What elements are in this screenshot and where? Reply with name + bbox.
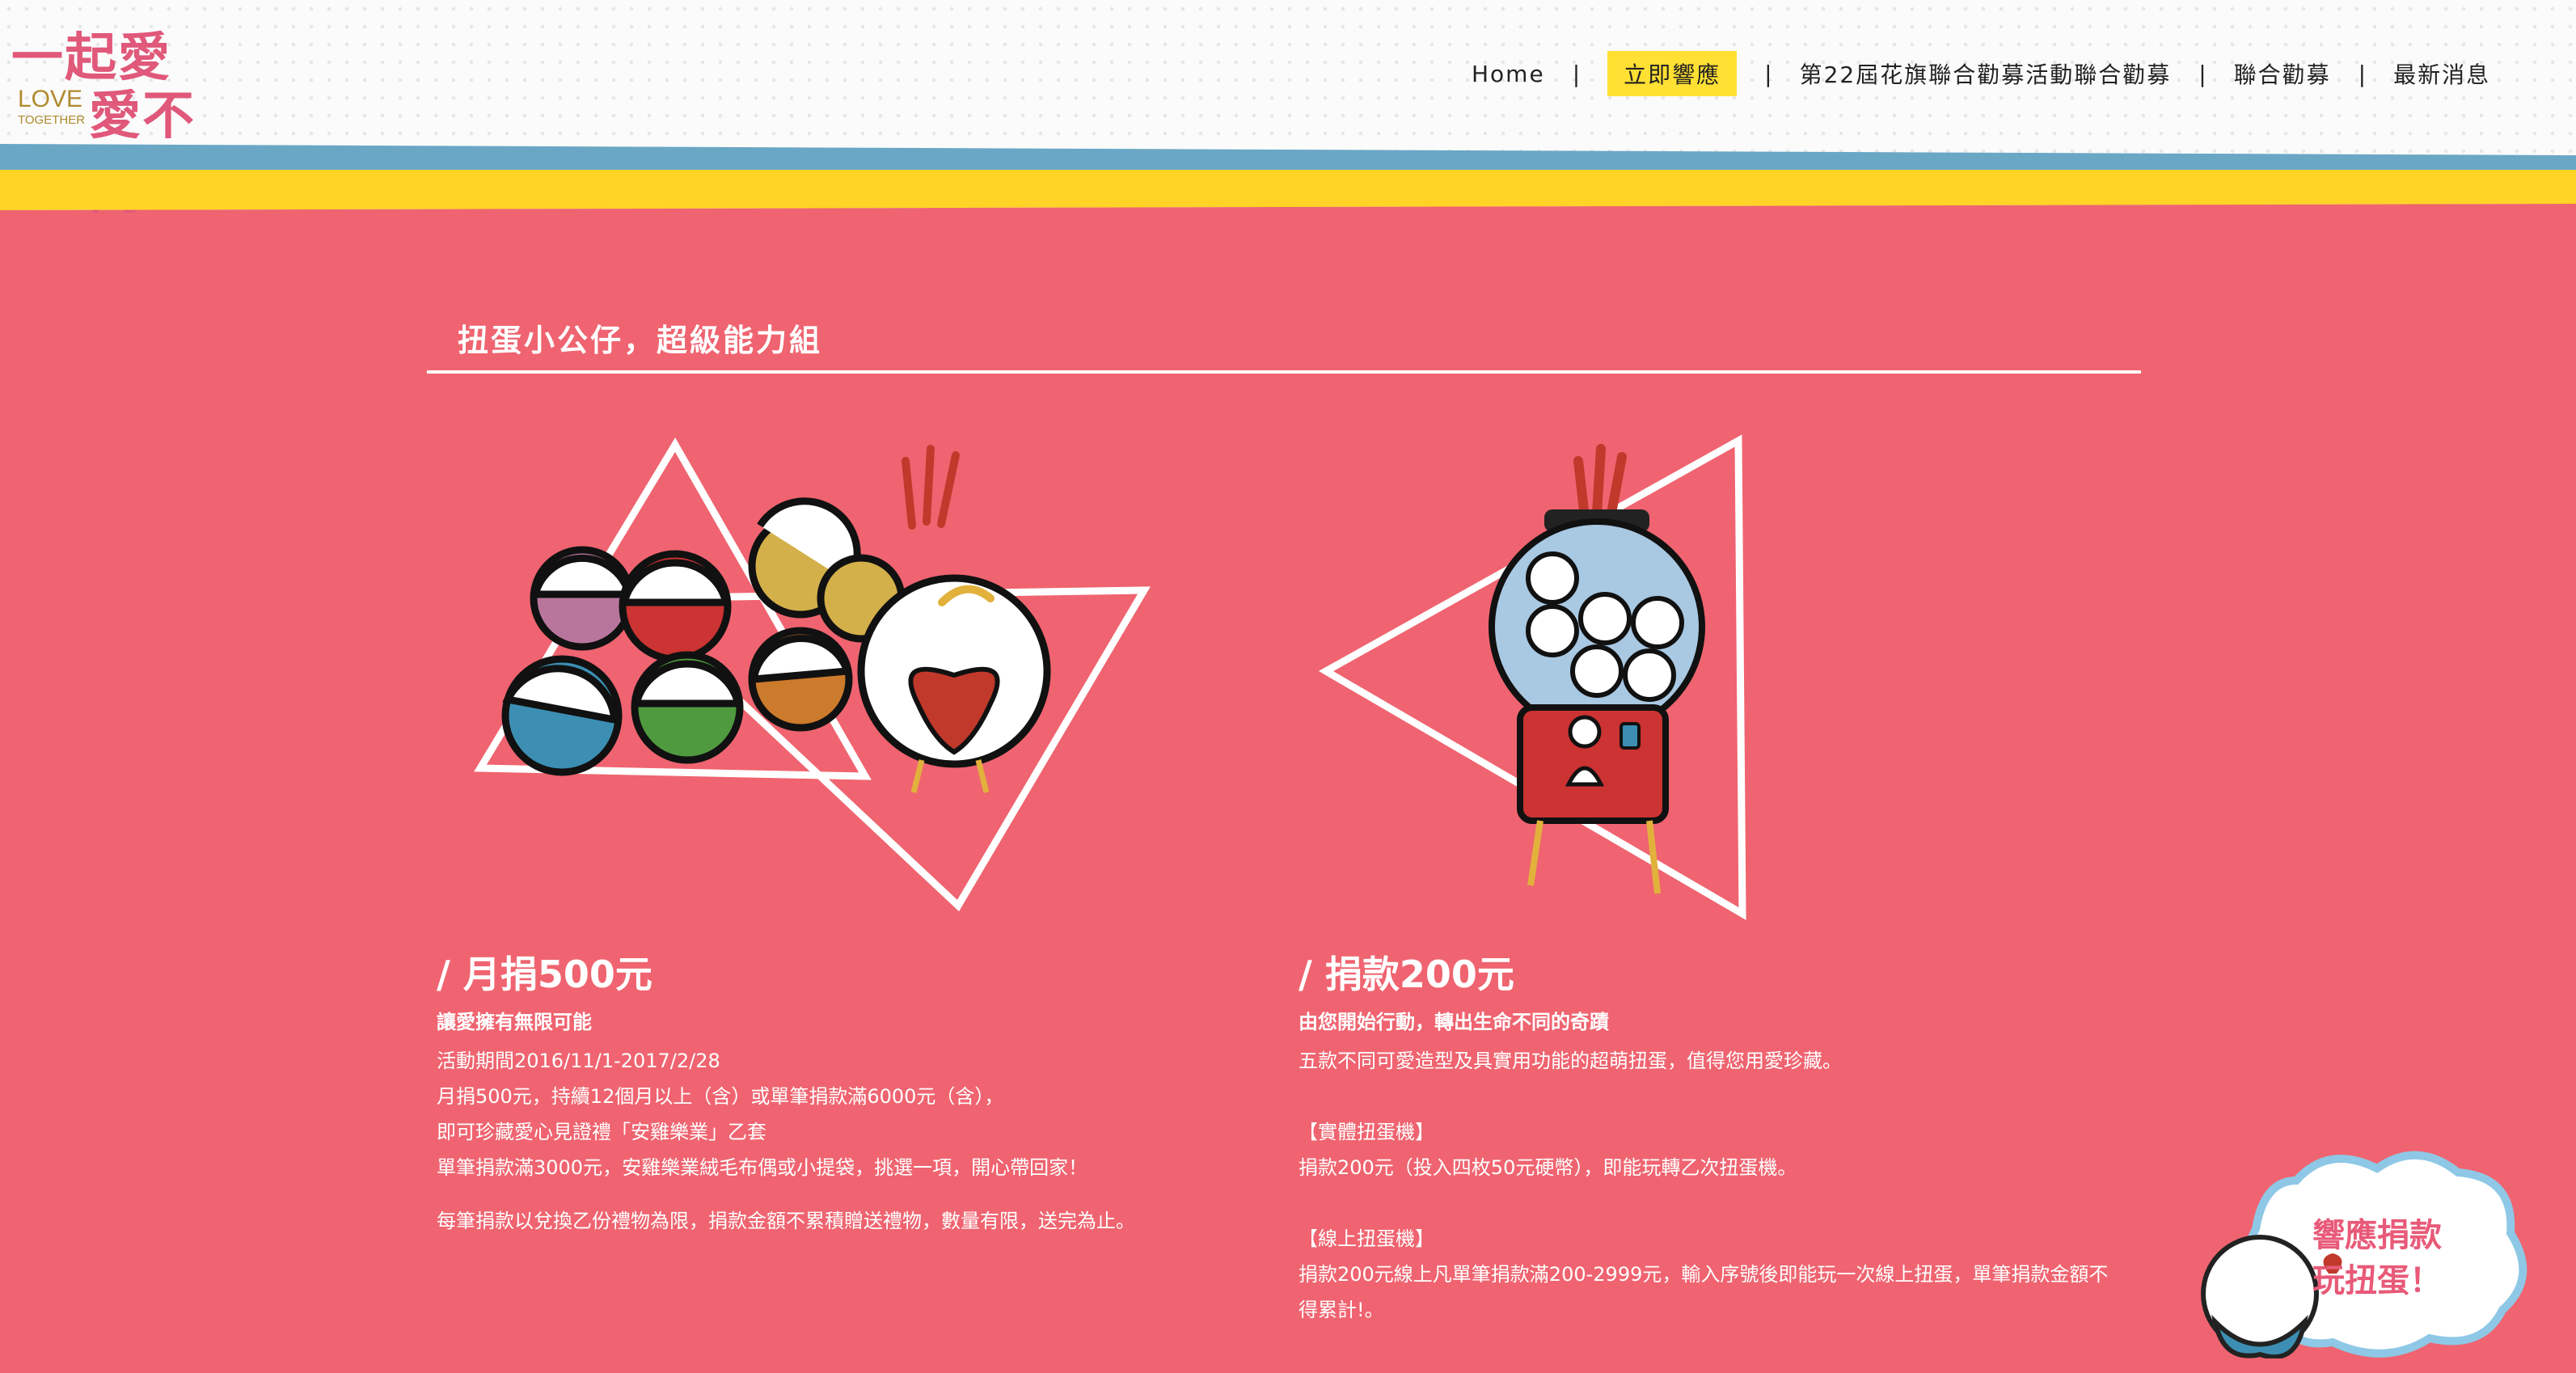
nav-respond-now[interactable]: 立即響應 — [1607, 51, 1738, 96]
monthly-donation-subheading: 讓愛擁有無限可能 — [437, 1011, 592, 1033]
redemption-note: 每筆捐款以兌換乙份禮物為限，捐款金額不累積贈送禮物，數量有限，送完為止。 — [437, 1210, 1135, 1232]
nav-separator: | — [2198, 60, 2206, 87]
badge-line1: 響應捐款 — [2312, 1217, 2442, 1254]
nav-separator: | — [2358, 60, 2367, 87]
online-machine-title: 【線上扭蛋機】 — [1299, 1227, 1434, 1250]
header-stripes — [0, 144, 2576, 210]
donation-200-subheading: 由您開始行動，轉出生命不同的奇蹟 — [1299, 1011, 1609, 1033]
donation-200-heading: / 捐款200元 — [1299, 953, 1514, 996]
capsule-intro: 五款不同可愛造型及具實用功能的超萌扭蛋，值得您用愛珍藏。 — [1299, 1050, 1842, 1072]
nav-latest-news[interactable]: 最新消息 — [2393, 57, 2490, 90]
campaign-period: 活動期間2016/11/1-2017/2/28 — [437, 1050, 720, 1072]
logo-together: TOGETHER — [18, 113, 86, 127]
logo-love: LOVE — [18, 86, 83, 112]
online-machine-text: 捐款200元線上凡單筆捐款滿200-2999元，輸入序號後即能玩一次線上扭蛋，單… — [1299, 1263, 2109, 1321]
site-logo[interactable]: 一起愛 LOVE TOGETHER 愛不同 — [11, 16, 230, 221]
monthly-donation-condition: 月捐500元，持續12個月以上（含）或單筆捐款滿6000元（含）， — [437, 1085, 1004, 1108]
section-title: 扭蛋小公仔，超級能力組 — [458, 323, 823, 358]
monthly-donation-column: / 月捐500元 讓愛擁有無限可能 活動期間2016/11/1-2017/2/2… — [437, 946, 1245, 1239]
nav-united-way[interactable]: 聯合勸募 — [2234, 57, 2331, 90]
badge-line2: 玩扭蛋！ — [2312, 1262, 2442, 1299]
single-donation-gift-text: 單筆捐款滿3000元，安雞樂業絨毛布偶或小提袋，挑選一項，開心帶回家！ — [437, 1156, 1088, 1179]
section-divider — [427, 370, 2141, 374]
nav-separator: | — [1572, 60, 1581, 87]
main-nav: Home | 立即響應 | 第22屆花旗聯合勸募活動聯合勸募 | 聯合勸募 | … — [1472, 51, 2490, 96]
physical-machine-text: 捐款200元（投入四枚50元硬幣），即能玩轉乙次扭蛋機。 — [1299, 1156, 1797, 1179]
capsule-pile-illustration — [474, 437, 1151, 912]
physical-machine-title: 【實體扭蛋機】 — [1299, 1121, 1434, 1143]
donation-200-column: / 捐款200元 由您開始行動，轉出生命不同的奇蹟 五款不同可愛造型及具實用功能… — [1299, 946, 2147, 1328]
monthly-donation-heading: / 月捐500元 — [437, 953, 652, 996]
nav-home[interactable]: Home — [1472, 61, 1545, 87]
nav-citi-campaign[interactable]: 第22屆花旗聯合勸募活動聯合勸募 — [1800, 57, 2172, 90]
gift-set-text: 即可珍藏愛心見證禮「安雞樂業」乙套 — [437, 1121, 766, 1143]
donate-play-badge-text[interactable]: 響應捐款 玩扭蛋！ — [2312, 1213, 2442, 1303]
nav-separator: | — [1764, 60, 1772, 87]
gacha-machine-illustration — [1318, 434, 1746, 920]
